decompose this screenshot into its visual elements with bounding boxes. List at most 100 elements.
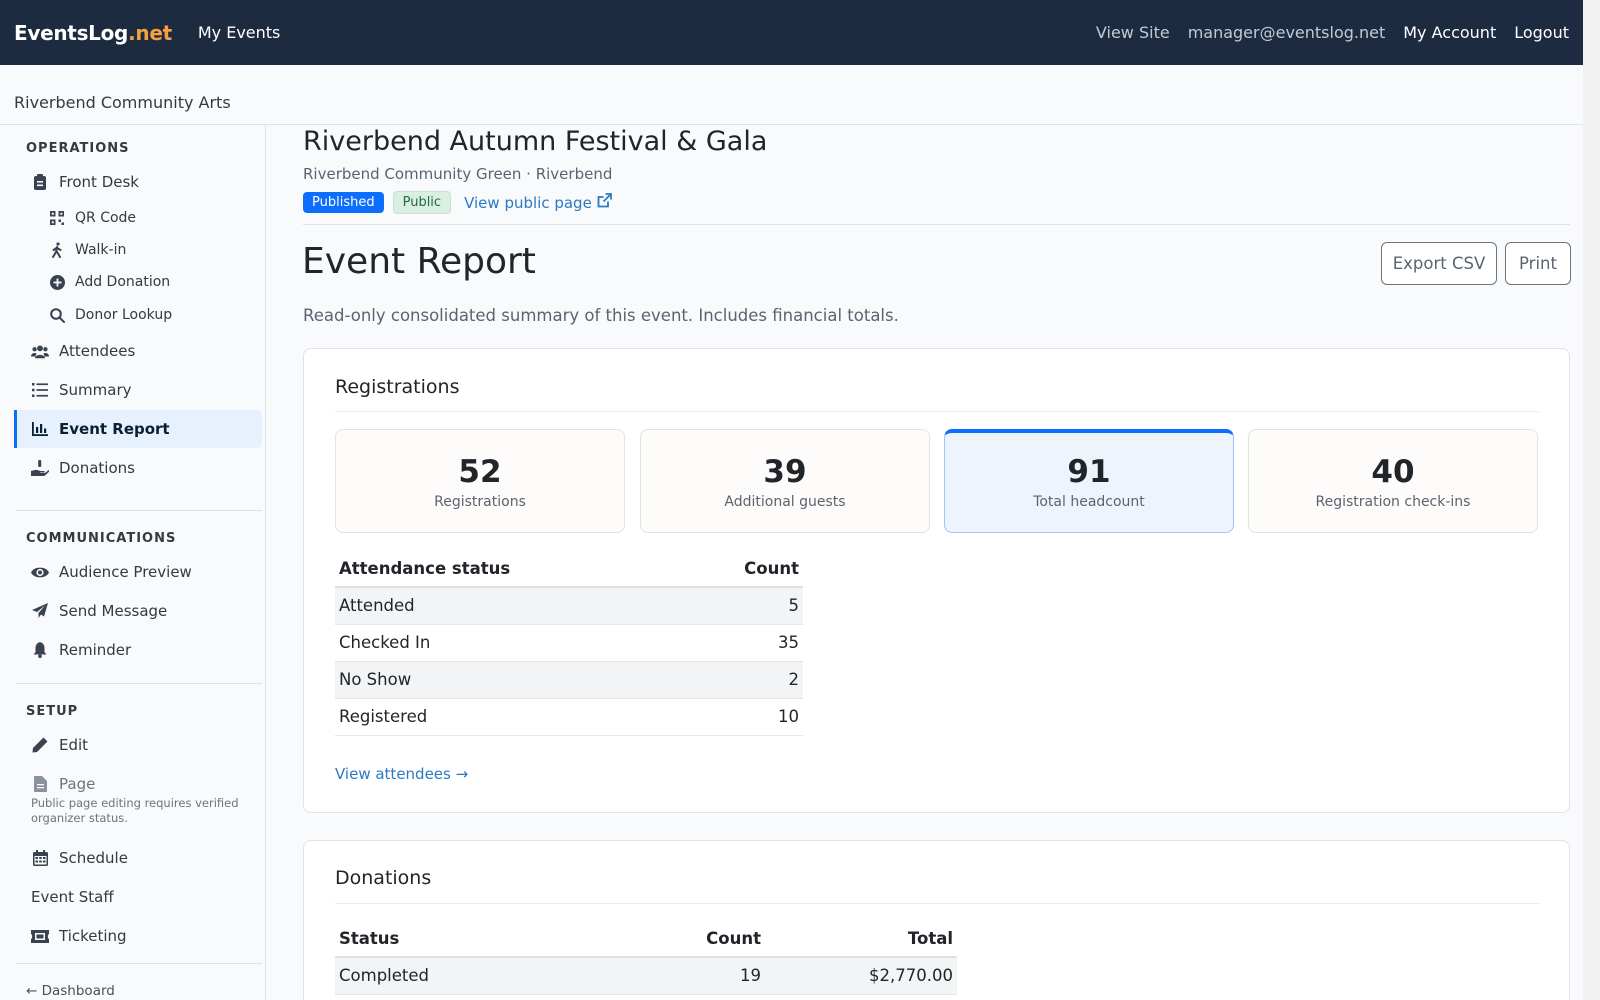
stat-additional-guests: 39 Additional guests [640, 429, 930, 533]
sidebar-item-label: Walk-in [75, 242, 127, 258]
sidebar-item-qr-code[interactable]: QR Code [34, 203, 254, 233]
users-icon [31, 342, 49, 360]
hand-holding-dollar-icon [31, 459, 49, 477]
table-row: Completed 19 $2,770.00 [335, 957, 957, 995]
sidebar-item-donations[interactable]: Donations [14, 449, 262, 487]
view-public-page-link[interactable]: View public page [464, 193, 612, 212]
sidebar-section-operations: OPERATIONS [26, 141, 130, 156]
view-attendees-link[interactable]: View attendees → [335, 765, 468, 783]
sidebar-item-ticketing[interactable]: Ticketing [14, 917, 262, 955]
cell-count: 35 [681, 624, 803, 662]
nav-logout[interactable]: Logout [1514, 23, 1569, 42]
ticket-icon [31, 927, 49, 945]
sidebar-item-label: Event Report [59, 420, 170, 438]
visibility-badge: Public [392, 191, 452, 214]
sidebar-item-label: QR Code [75, 210, 137, 226]
pencil-icon [31, 736, 49, 754]
cell-count: 10 [681, 698, 803, 736]
attendance-status-table: Attendance status Count Attended 5 Check… [335, 551, 803, 736]
column-header-count: Count [681, 551, 803, 588]
org-header: Riverbend Community Arts [0, 65, 1583, 125]
report-description: Read-only consolidated summary of this e… [303, 306, 899, 325]
cell-status: Registered [335, 698, 682, 736]
sidebar-item-label: Ticketing [59, 927, 127, 945]
sidebar-item-label: Schedule [59, 849, 128, 867]
header-divider [303, 224, 1570, 225]
sidebar-item-label: Page [59, 775, 96, 793]
sidebar-item-walk-in[interactable]: Walk-in [34, 235, 254, 265]
stat-value: 52 [458, 454, 502, 490]
column-header-count: Count [635, 921, 765, 958]
brand-logo[interactable]: EventsLog.net [14, 21, 172, 45]
export-csv-button[interactable]: Export CSV [1381, 242, 1497, 285]
sidebar-item-reminder[interactable]: Reminder [14, 631, 262, 669]
sidebar-item-label: Summary [59, 381, 132, 399]
cell-count: 5 [681, 587, 803, 625]
sidebar-item-edit[interactable]: Edit [14, 726, 262, 764]
table-header-row: Attendance status Count [335, 551, 803, 588]
org-name: Riverbend Community Arts [14, 93, 231, 112]
sidebar-item-label: Front Desk [59, 173, 139, 191]
sidebar-item-label: Edit [59, 736, 89, 754]
sidebar-item-label: Audience Preview [59, 563, 192, 581]
external-link-icon [597, 193, 612, 212]
cell-status: Attended [335, 587, 682, 625]
sidebar-item-summary[interactable]: Summary [14, 371, 262, 409]
stat-label: Registration check-ins [1315, 494, 1471, 510]
sidebar-section-communications: COMMUNICATIONS [26, 531, 177, 546]
cell-status: No Show [335, 661, 682, 699]
sidebar-item-label: Donations [59, 459, 135, 477]
column-header-status: Attendance status [335, 551, 682, 588]
sidebar-item-add-donation[interactable]: Add Donation [34, 267, 254, 297]
table-row: Checked In 35 [335, 624, 803, 662]
list-icon [31, 381, 49, 399]
nav-my-events[interactable]: My Events [198, 23, 281, 42]
cell-count: 2 [681, 661, 803, 699]
sidebar-item-label: Add Donation [75, 274, 171, 290]
donations-card: Donations Status Count Total Completed 1… [303, 840, 1570, 1000]
table-row: No Show 2 [335, 661, 803, 699]
status-badge: Published [303, 192, 384, 213]
table-row: Attended 5 [335, 587, 803, 625]
file-icon [31, 775, 49, 793]
page-scrollbar[interactable] [1583, 0, 1600, 1000]
card-divider [335, 411, 1539, 412]
registrations-card: Registrations 52 Registrations 39 Additi… [303, 348, 1570, 813]
event-badges: Published Public View public page [303, 191, 612, 214]
stat-total-headcount: 91 Total headcount [944, 429, 1234, 533]
sidebar-item-schedule[interactable]: Schedule [14, 839, 262, 877]
stat-label: Additional guests [724, 494, 846, 510]
cell-status: Checked In [335, 624, 682, 662]
sidebar-divider [16, 683, 262, 684]
table-header-row: Status Count Total [335, 921, 957, 958]
cell-count: 19 [635, 957, 765, 995]
nav-my-account[interactable]: My Account [1403, 23, 1496, 42]
qr-code-icon [49, 210, 65, 226]
sidebar-item-send-message[interactable]: Send Message [14, 592, 262, 630]
sidebar-item-audience-preview[interactable]: Audience Preview [14, 553, 262, 591]
stat-registrations: 52 Registrations [335, 429, 625, 533]
nav-view-site[interactable]: View Site [1096, 23, 1170, 42]
cell-status: Completed [335, 957, 635, 995]
stat-label: Total headcount [1033, 494, 1145, 510]
dashboard-link[interactable]: ← Dashboard [26, 983, 115, 999]
sidebar-item-label: Send Message [59, 602, 168, 620]
table-row: Registered 10 [335, 698, 803, 736]
walking-person-icon [49, 242, 65, 258]
sidebar-item-front-desk[interactable]: Front Desk [14, 163, 262, 201]
sidebar-item-event-report[interactable]: Event Report [14, 410, 262, 448]
stat-registration-check-ins: 40 Registration check-ins [1248, 429, 1538, 533]
cell-total: $2,770.00 [765, 957, 957, 995]
sidebar-section-setup: SETUP [26, 704, 79, 719]
print-button[interactable]: Print [1505, 242, 1571, 285]
sidebar-item-event-staff[interactable]: Event Staff [14, 878, 262, 916]
bar-chart-icon [31, 420, 49, 438]
sidebar-item-label: Donor Lookup [75, 307, 173, 323]
event-title: Riverbend Autumn Festival & Gala [303, 126, 768, 157]
column-header-status: Status [335, 921, 635, 958]
sidebar-item-donor-lookup[interactable]: Donor Lookup [34, 300, 254, 330]
sidebar-item-attendees[interactable]: Attendees [14, 332, 262, 370]
sidebar-item-label: Event Staff [31, 888, 114, 906]
bell-icon [31, 641, 49, 659]
stat-value: 91 [1067, 454, 1111, 490]
